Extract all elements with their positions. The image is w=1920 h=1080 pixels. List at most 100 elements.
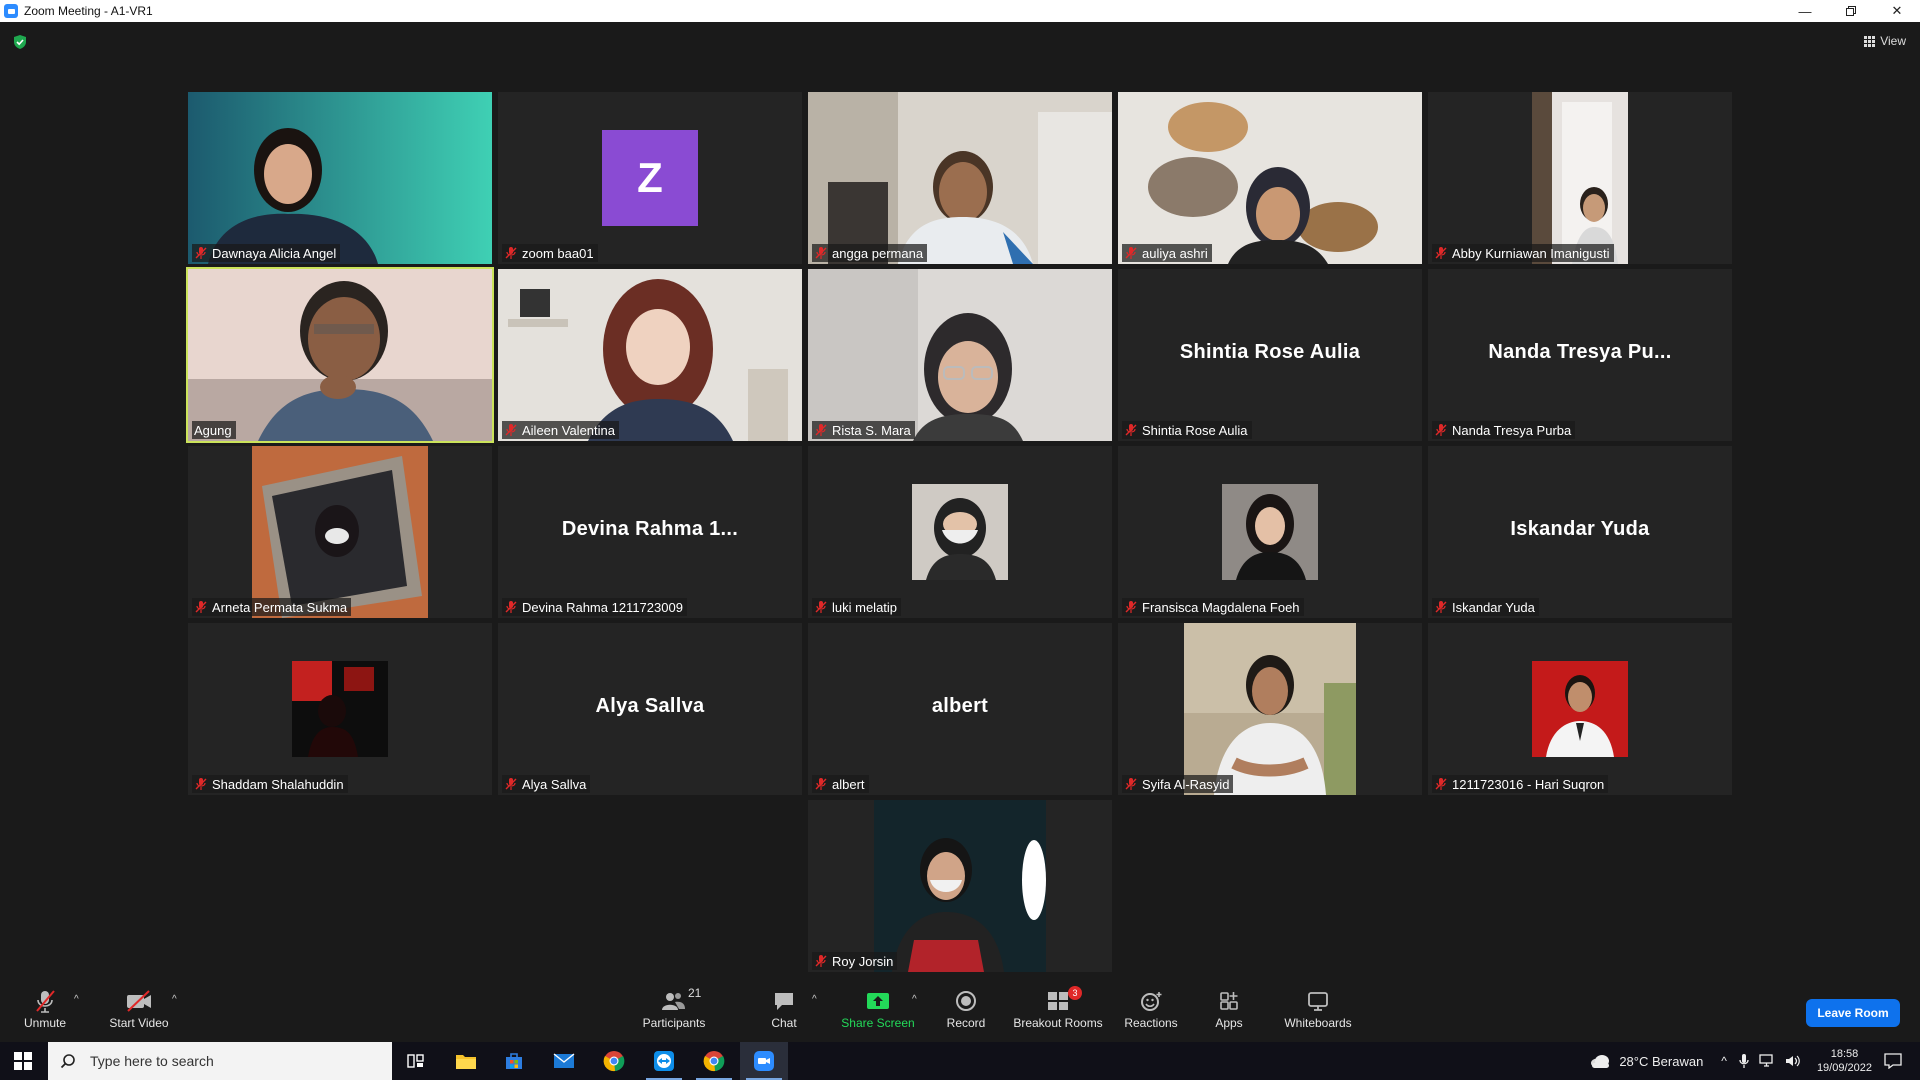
participant-label: Arneta Permata Sukma: [192, 598, 352, 616]
participant-tile[interactable]: Roy Jorsin: [808, 800, 1112, 972]
mail-icon[interactable]: [540, 1042, 588, 1080]
participant-tile[interactable]: Devina Rahma 1... Devina Rahma 121172300…: [498, 446, 802, 618]
minimize-icon[interactable]: —: [1782, 0, 1828, 22]
window-controls: — ✕: [1782, 0, 1920, 22]
close-icon[interactable]: ✕: [1874, 0, 1920, 22]
whiteboards-button[interactable]: Whiteboards: [1282, 982, 1354, 1042]
participant-tile[interactable]: 1211723016 - Hari Suqron: [1428, 623, 1732, 795]
participant-label: 1211723016 - Hari Suqron: [1432, 775, 1609, 793]
participant-photo: [1532, 661, 1628, 757]
weather-text[interactable]: 28°C Berawan: [1619, 1054, 1703, 1069]
participant-tile[interactable]: luki melatip: [808, 446, 1112, 618]
start-video-button[interactable]: Start Video: [108, 982, 170, 1042]
view-button[interactable]: View: [1864, 34, 1906, 48]
taskbar-search-box[interactable]: Type here to search: [48, 1042, 392, 1080]
meeting-area: View Dawnaya Alicia Angel Z zoom baa01 a…: [0, 22, 1920, 982]
task-view-icon[interactable]: [392, 1042, 440, 1080]
participant-video: [808, 92, 1112, 264]
notification-center-icon[interactable]: [1884, 1053, 1902, 1069]
participant-tile[interactable]: Syifa Al-Rasyid: [1118, 623, 1422, 795]
file-explorer-icon[interactable]: [442, 1042, 490, 1080]
participant-label: Iskandar Yuda: [1432, 598, 1539, 616]
participant-video: [188, 269, 492, 441]
chrome-profile-icon[interactable]: [690, 1042, 738, 1080]
clock-time: 18:58: [1830, 1048, 1859, 1060]
windows-start-button[interactable]: [0, 1042, 46, 1080]
volume-icon[interactable]: [1785, 1054, 1801, 1068]
muted-mic-icon: [505, 247, 517, 259]
participant-label: Nanda Tresya Purba: [1432, 421, 1576, 439]
muted-mic-icon: [815, 601, 827, 613]
participant-tile[interactable]: Fransisca Magdalena Foeh: [1118, 446, 1422, 618]
participant-tile[interactable]: Aileen Valentina: [498, 269, 802, 441]
participant-video: [874, 800, 1046, 972]
view-label: View: [1880, 34, 1906, 48]
muted-mic-icon: [505, 601, 517, 613]
participant-video: [808, 269, 1112, 441]
unmute-button[interactable]: Unmute: [22, 982, 68, 1042]
participant-tile[interactable]: Iskandar Yuda Iskandar Yuda: [1428, 446, 1732, 618]
participant-display-name: Iskandar Yuda: [1510, 518, 1650, 540]
share-screen-button[interactable]: Share Screen: [838, 982, 918, 1042]
muted-microphone-icon: [34, 988, 56, 1014]
muted-mic-icon: [195, 778, 207, 790]
teamviewer-icon[interactable]: [640, 1042, 688, 1080]
chat-button[interactable]: Chat: [766, 982, 802, 1042]
participant-tile[interactable]: Alya Sallva Alya Sallva: [498, 623, 802, 795]
participant-tile[interactable]: Rista S. Mara: [808, 269, 1112, 441]
zoom-app-icon: [4, 4, 18, 18]
participants-button[interactable]: 21 Participants: [640, 982, 708, 1042]
participant-tile[interactable]: Arneta Permata Sukma: [188, 446, 492, 618]
participant-avatar: Z: [602, 130, 698, 226]
meeting-toolbar: Unmute ^ Start Video ^ 21 Participants C…: [0, 982, 1920, 1042]
video-off-icon: [125, 988, 153, 1014]
participant-video: [252, 446, 428, 618]
participant-video: [1184, 623, 1356, 795]
video-options-caret[interactable]: ^: [172, 994, 177, 1005]
shield-icon[interactable]: [12, 34, 28, 50]
audio-options-caret[interactable]: ^: [74, 994, 79, 1005]
participant-photo: [912, 484, 1008, 580]
share-screen-icon: [865, 988, 891, 1014]
leave-room-button[interactable]: Leave Room: [1806, 999, 1900, 1027]
participant-tile[interactable]: Shintia Rose Aulia Shintia Rose Aulia: [1118, 269, 1422, 441]
reactions-button[interactable]: Reactions: [1124, 982, 1178, 1042]
apps-button[interactable]: Apps: [1212, 982, 1246, 1042]
grid-view-icon: [1864, 35, 1876, 47]
windows-logo-icon: [14, 1052, 32, 1070]
network-icon[interactable]: [1759, 1054, 1775, 1068]
muted-mic-icon: [1125, 778, 1137, 790]
share-options-caret[interactable]: ^: [912, 994, 917, 1005]
zoom-taskbar-icon[interactable]: [740, 1042, 788, 1080]
breakout-rooms-icon: 3: [1046, 986, 1082, 1014]
chrome-icon[interactable]: [590, 1042, 638, 1080]
participant-tile[interactable]: Z zoom baa01: [498, 92, 802, 264]
breakout-rooms-button[interactable]: 3 Breakout Rooms: [1012, 982, 1104, 1042]
chat-options-caret[interactable]: ^: [812, 994, 817, 1005]
participant-tile[interactable]: auliya ashri: [1118, 92, 1422, 264]
muted-mic-icon: [195, 247, 207, 259]
participant-tile[interactable]: albert albert: [808, 623, 1112, 795]
cloud-weather-icon: [1591, 1055, 1610, 1068]
participant-tile-active-speaker[interactable]: Agung: [186, 267, 494, 443]
participant-tile[interactable]: angga permana: [808, 92, 1112, 264]
restore-icon[interactable]: [1828, 0, 1874, 22]
participant-label: albert: [812, 775, 869, 793]
title-bar: Zoom Meeting - A1-VR1 — ✕: [0, 0, 1920, 22]
microphone-icon[interactable]: [1739, 1053, 1749, 1069]
participant-tile[interactable]: Shaddam Shalahuddin: [188, 623, 492, 795]
participant-photo: [292, 661, 388, 757]
participant-display-name: Alya Sallva: [595, 695, 705, 717]
chevron-up-icon[interactable]: ^: [1721, 1054, 1727, 1068]
participant-tile[interactable]: Abby Kurniawan Imanigusti: [1428, 92, 1732, 264]
participant-label: angga permana: [812, 244, 928, 262]
muted-mic-icon: [1435, 601, 1447, 613]
participant-display-name: albert: [931, 695, 989, 717]
record-button[interactable]: Record: [944, 982, 988, 1042]
participant-video: [188, 92, 492, 264]
muted-mic-icon: [815, 955, 827, 967]
participant-tile[interactable]: Dawnaya Alicia Angel: [188, 92, 492, 264]
participant-tile[interactable]: Nanda Tresya Pu... Nanda Tresya Purba: [1428, 269, 1732, 441]
microsoft-store-icon[interactable]: [490, 1042, 538, 1080]
taskbar-clock[interactable]: 18:58 19/09/2022: [1817, 1047, 1872, 1075]
